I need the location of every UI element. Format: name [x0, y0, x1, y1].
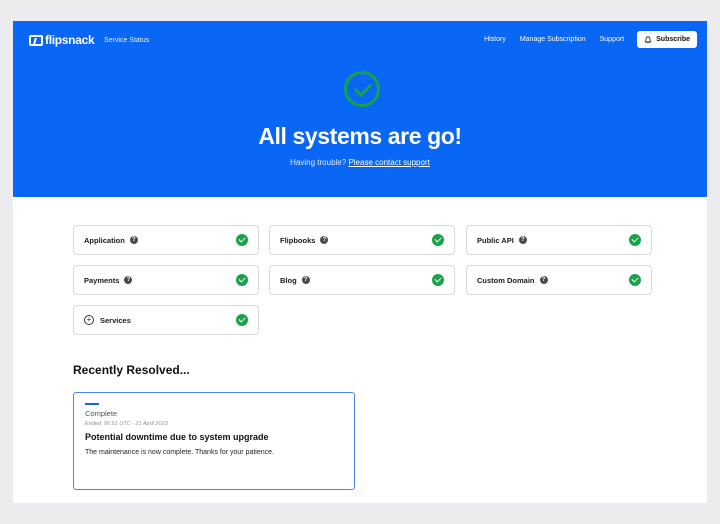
nav-manage-subscription[interactable]: Manage Subscription: [520, 36, 586, 43]
operational-check-icon: [236, 234, 248, 246]
incident-status: Complete: [85, 409, 118, 418]
incident-accent-bar: [85, 403, 99, 405]
subscribe-label: Subscribe: [656, 36, 690, 43]
hero-header: flipsnack Service Status History Manage …: [13, 21, 707, 197]
all-systems-check-icon: [344, 71, 380, 107]
resolved-incident-card[interactable]: Complete Ended: 06:51 UTC - 21 April 202…: [73, 392, 355, 490]
recently-resolved-heading: Recently Resolved...: [73, 363, 190, 377]
subscribe-button[interactable]: Subscribe: [637, 31, 697, 48]
component-name: Flipbooks: [280, 235, 316, 245]
component-name: Public API: [477, 235, 514, 245]
status-page: flipsnack Service Status History Manage …: [13, 21, 707, 503]
help-icon[interactable]: ?: [129, 236, 138, 244]
brand-name: flipsnack: [45, 33, 95, 47]
nav-support[interactable]: Support: [600, 36, 625, 43]
flipsnack-logo[interactable]: flipsnack: [29, 33, 95, 47]
operational-check-icon: [432, 274, 444, 286]
incident-title: Potential downtime due to system upgrade: [85, 432, 269, 442]
component-card-custom-domain[interactable]: Custom Domain ?: [466, 265, 652, 295]
help-icon[interactable]: ?: [320, 236, 329, 244]
component-card-public-api[interactable]: Public API ?: [466, 225, 652, 255]
incident-body: The maintenance is now complete. Thanks …: [85, 449, 274, 456]
component-name: Custom Domain: [477, 275, 535, 285]
nav-history[interactable]: History: [484, 36, 506, 43]
component-name: Payments: [84, 275, 120, 285]
flipsnack-logo-icon: [29, 34, 43, 46]
component-name: Application: [84, 235, 125, 245]
expand-plus-icon[interactable]: +: [84, 315, 94, 325]
service-status-label: Service Status: [104, 37, 150, 44]
incident-ended-time: Ended: 06:51 UTC - 21 April 2023: [85, 421, 168, 427]
operational-check-icon: [432, 234, 444, 246]
contact-support-link[interactable]: Please contact support: [348, 158, 429, 167]
component-card-flipbooks[interactable]: Flipbooks ?: [269, 225, 455, 255]
help-icon[interactable]: ?: [518, 236, 527, 244]
component-card-blog[interactable]: Blog ?: [269, 265, 455, 295]
help-icon[interactable]: ?: [124, 276, 133, 284]
component-card-payments[interactable]: Payments ?: [73, 265, 259, 295]
help-icon[interactable]: ?: [539, 276, 548, 284]
component-name: Services: [100, 315, 131, 325]
operational-check-icon: [236, 274, 248, 286]
bell-icon: [644, 35, 652, 43]
top-nav: History Manage Subscription Support Subs…: [470, 31, 697, 48]
trouble-text: Having trouble?: [290, 158, 347, 167]
operational-check-icon: [629, 274, 641, 286]
trouble-line: Having trouble? Please contact support: [13, 158, 707, 167]
operational-check-icon: [236, 314, 248, 326]
component-card-services[interactable]: + Services: [73, 305, 259, 335]
component-name: Blog: [280, 275, 297, 285]
help-icon[interactable]: ?: [301, 276, 310, 284]
operational-check-icon: [629, 234, 641, 246]
component-card-application[interactable]: Application ?: [73, 225, 259, 255]
page-title: All systems are go!: [258, 123, 462, 149]
